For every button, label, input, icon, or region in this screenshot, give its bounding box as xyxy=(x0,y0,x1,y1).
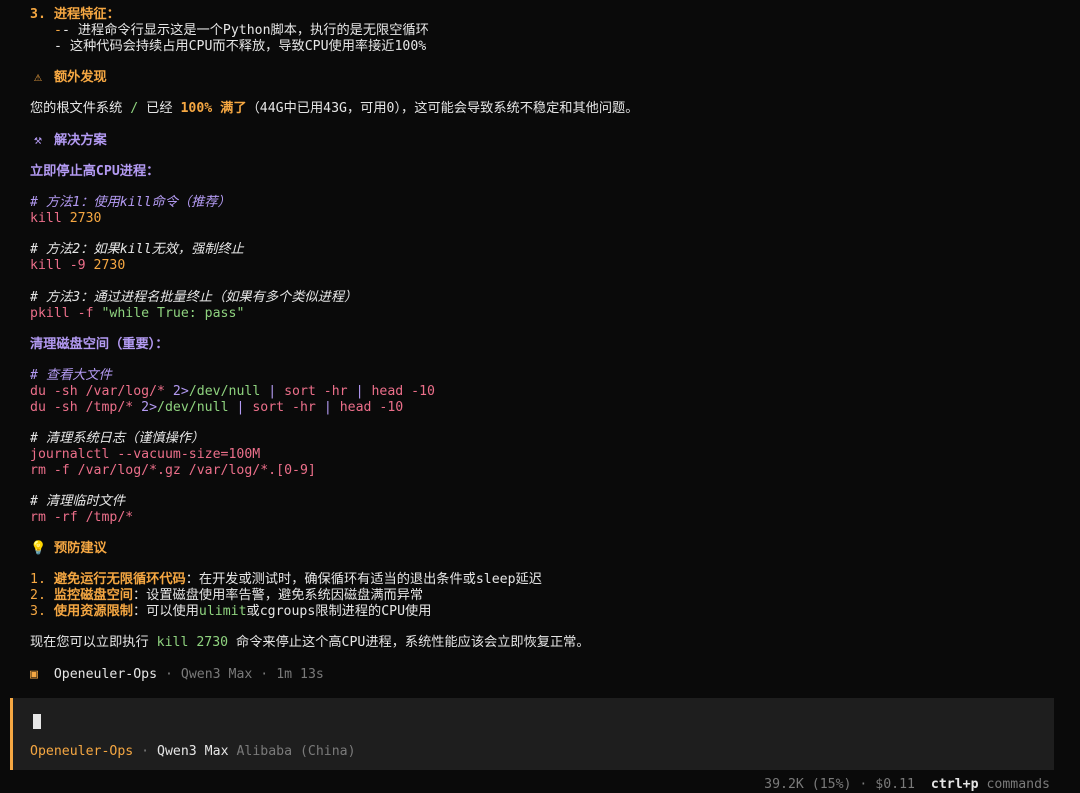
method-2-comment: # 方法2：如果kill无效，强制终止 xyxy=(30,242,244,257)
prevention-heading: 💡 预防建议 xyxy=(30,541,107,556)
section-3-bullet-2: - 这种代码会持续占用CPU而不释放，导致CPU使用率接近100% xyxy=(54,39,427,54)
solution-heading: ⚒ 解决方案 xyxy=(30,133,107,149)
model-selector[interactable]: Qwen3 Max xyxy=(157,744,228,759)
lightbulb-icon: 💡 xyxy=(30,541,47,556)
agent-info-line: ▣ Openeuler-Ops · Qwen3 Max · 1m 13s xyxy=(30,667,324,682)
method-3-comment: # 方法3：通过进程名批量终止（如果有多个类似进程） xyxy=(30,290,358,305)
prompt-input-box[interactable]: Openeuler-Ops · Qwen3 Max Alibaba (China… xyxy=(10,698,1054,770)
prevention-item-1: 1. 避免运行无限循环代码：在开发或测试时，确保循环有适当的退出条件或sleep… xyxy=(30,572,542,587)
extra-finding-text: 您的根文件系统 / 已经 100% 满了（44G中已用43G，可用0），这可能会… xyxy=(30,101,639,116)
text-cursor[interactable] xyxy=(33,714,41,729)
clean-logs-comment: # 清理系统日志（谨慎操作） xyxy=(30,431,205,446)
disk-cleanup-title: 清理磁盘空间（重要）： xyxy=(30,337,169,352)
usage-stats: 39.2K (15%) · $0.11 xyxy=(764,777,915,792)
agent-selector[interactable]: Openeuler-Ops xyxy=(30,744,133,759)
prevention-item-3: 3. 使用资源限制：可以使用ulimit或cgroups限制进程的CPU使用 xyxy=(30,604,432,619)
stop-process-title: 立即停止高CPU进程： xyxy=(30,164,160,179)
section-3-title: 3. 进程特征： xyxy=(30,7,120,22)
provider-label: Alibaba (China) xyxy=(236,744,356,759)
agent-bullet-icon: ▣ xyxy=(30,667,38,682)
warning-icon: ⚠ xyxy=(34,70,42,85)
method-1-command: kill 2730 xyxy=(30,211,102,226)
view-files-comment: # 查看大文件 xyxy=(30,368,112,383)
journalctl-command: journalctl --vacuum-size=100M xyxy=(30,447,261,462)
tools-icon: ⚒ xyxy=(34,133,42,148)
status-bar: 39.2K (15%) · $0.11 ctrl+p commands xyxy=(764,777,1050,793)
section-3-bullet-1: -- 进程命令行显示这是一个Python脚本，执行的是无限空循环 xyxy=(54,23,429,38)
method-3-command: pkill -f "while True: pass" xyxy=(30,306,245,321)
du-tmp-command: du -sh /tmp/* 2>/dev/null | sort -hr | h… xyxy=(30,400,404,415)
extra-finding-heading: ⚠ 额外发现 xyxy=(30,70,107,86)
final-message: 现在您可以立即执行 kill 2730 命令来停止这个高CPU进程，系统性能应该… xyxy=(30,635,590,650)
clean-tmp-comment: # 清理临时文件 xyxy=(30,494,126,509)
du-var-log-command: du -sh /var/log/* 2>/dev/null | sort -hr… xyxy=(30,384,435,399)
rm-tmp-command: rm -rf /tmp/* xyxy=(30,510,134,525)
shortcut-key[interactable]: ctrl+p xyxy=(931,777,979,792)
rm-logs-command: rm -f /var/log/*.gz /var/log/*.[0-9] xyxy=(30,463,316,478)
prompt-agent-info: Openeuler-Ops · Qwen3 Max Alibaba (China… xyxy=(30,744,356,759)
prevention-item-2: 2. 监控磁盘空间：设置磁盘使用率告警，避免系统因磁盘满而异常 xyxy=(30,588,424,603)
commands-label[interactable]: commands xyxy=(986,777,1050,792)
method-2-command: kill -9 2730 xyxy=(30,258,126,273)
method-1-comment: # 方法1：使用kill命令（推荐） xyxy=(30,195,231,210)
